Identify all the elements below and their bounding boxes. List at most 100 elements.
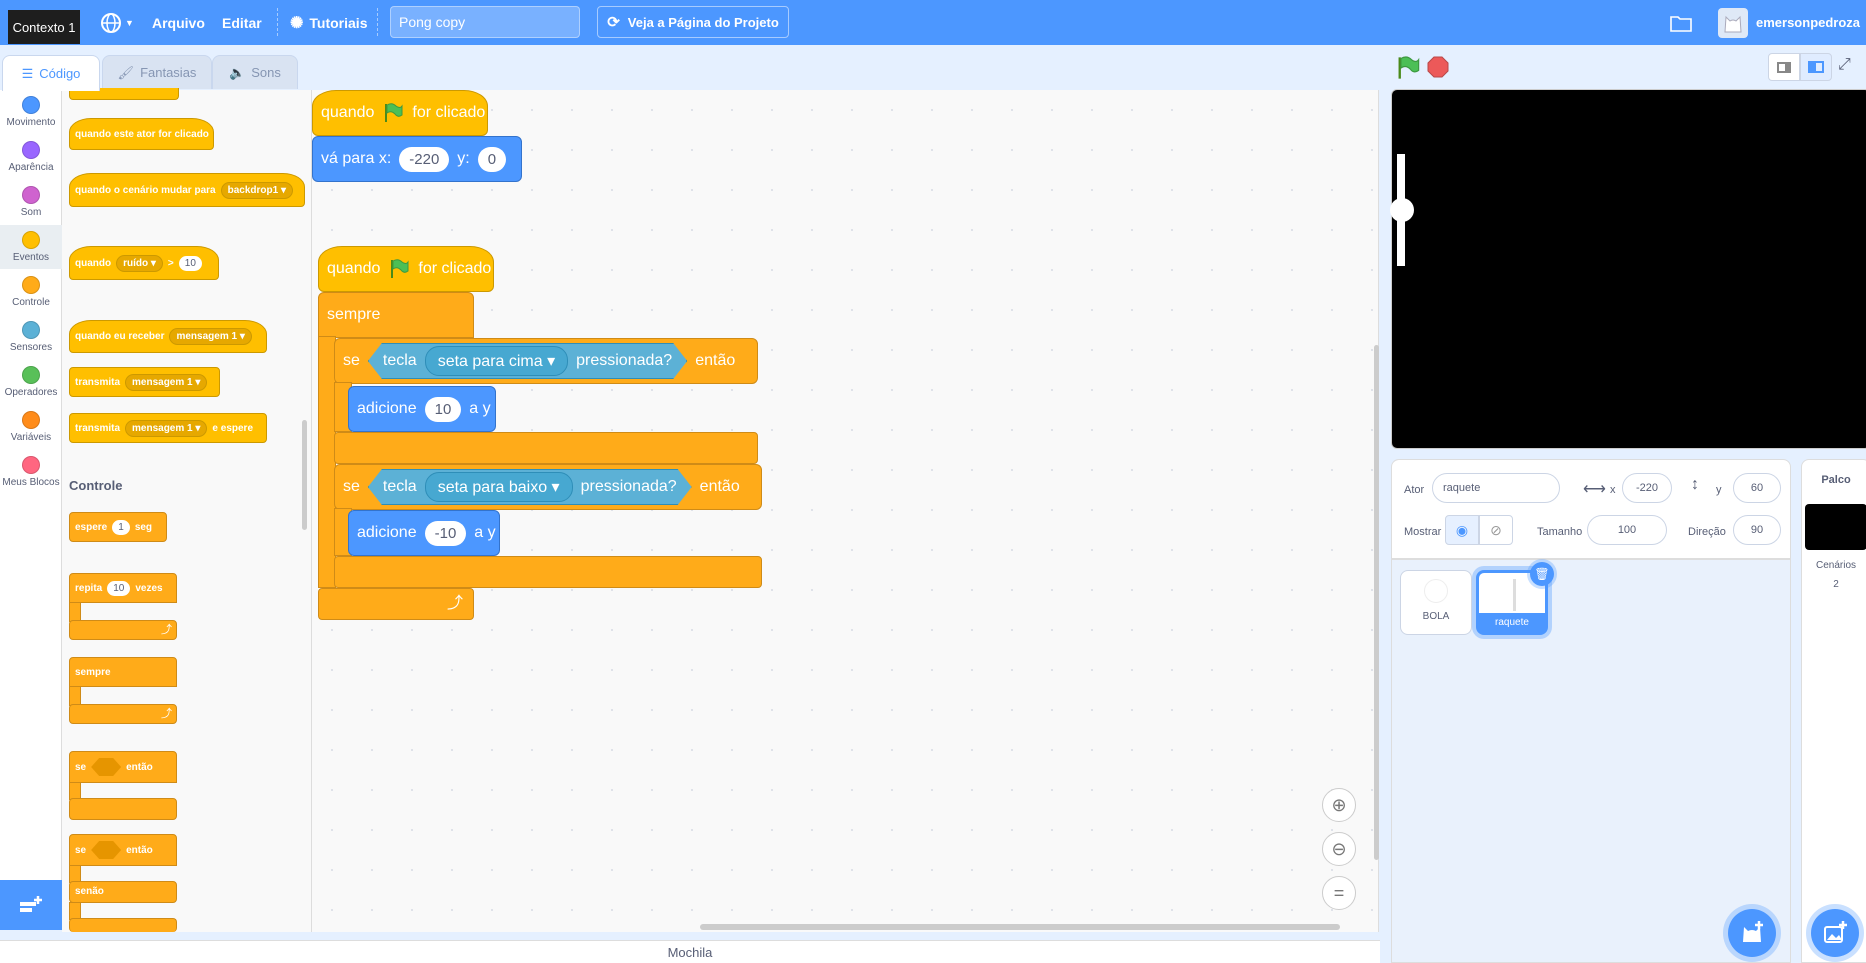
extension-add-icon: [20, 896, 42, 912]
stage-selector[interactable]: Palco Cenários 2: [1801, 459, 1866, 963]
username: emersonpedroza: [1756, 15, 1861, 30]
zoom-out-button[interactable]: ⊖: [1322, 832, 1356, 866]
boolean-slot[interactable]: [91, 841, 122, 859]
sprite-tile-bola[interactable]: BOLA: [1400, 570, 1472, 635]
message-dropdown[interactable]: mensagem 1 ▾: [125, 419, 208, 437]
language-menu[interactable]: ▼: [100, 0, 134, 45]
fullscreen-icon: ⤢: [1838, 56, 1851, 73]
category-variables[interactable]: Variáveis: [0, 405, 62, 449]
message-dropdown[interactable]: mensagem 1 ▾: [125, 373, 208, 391]
size-input[interactable]: 100: [1587, 515, 1667, 545]
category-motion[interactable]: Movimento: [0, 90, 62, 134]
category-looks[interactable]: Aparência: [0, 135, 62, 179]
zoom-in-button[interactable]: ⊕: [1322, 788, 1356, 822]
key-dropdown[interactable]: seta para baixo ▾: [425, 472, 573, 502]
category-my-blocks[interactable]: Meus Blocos: [0, 450, 62, 494]
category-events[interactable]: Eventos: [0, 225, 62, 269]
palette-broadcast[interactable]: transmita mensagem 1 ▾: [69, 367, 220, 397]
when-flag-clicked-block[interactable]: quando for clicado: [312, 90, 488, 136]
file-menu[interactable]: Arquivo: [152, 0, 205, 45]
if-foot: [334, 432, 758, 464]
boolean-slot[interactable]: [91, 758, 122, 776]
change-y-by-block[interactable]: adicione -10 a y: [348, 510, 500, 556]
number-input[interactable]: -10: [424, 520, 467, 546]
block-text: então: [126, 761, 153, 773]
palette-when-backdrop-switches[interactable]: quando o cenário mudar para backdrop1 ▾: [69, 173, 305, 207]
palette-if-else[interactable]: se então: [69, 834, 177, 866]
stage-canvas[interactable]: [1390, 89, 1866, 449]
edit-menu[interactable]: Editar: [222, 0, 262, 45]
zoom-reset-button[interactable]: =: [1322, 876, 1356, 910]
key-dropdown[interactable]: seta para cima ▾: [425, 346, 568, 376]
block-text: então: [126, 844, 153, 856]
x-position-input[interactable]: -220: [1622, 473, 1672, 503]
number-input[interactable]: 10: [178, 255, 202, 271]
number-input[interactable]: 1: [112, 519, 130, 535]
stop-button[interactable]: [1427, 56, 1449, 78]
backdrop-dropdown[interactable]: backdrop1 ▾: [220, 181, 293, 199]
add-extension-button[interactable]: [0, 880, 62, 930]
palette-if-then[interactable]: se então: [69, 751, 177, 783]
delete-sprite-button[interactable]: 🗑: [1530, 562, 1554, 586]
category-control[interactable]: Controle: [0, 270, 62, 314]
number-input[interactable]: 10: [424, 396, 462, 422]
category-operators[interactable]: Operadores: [0, 360, 62, 404]
tab-costumes[interactable]: 🖌 Fantasias: [102, 55, 212, 89]
if-then-block[interactable]: se tecla seta para baixo ▾ pressionada? …: [334, 464, 762, 510]
block-text: adicione: [357, 400, 417, 417]
forever-block[interactable]: sempre: [318, 292, 474, 338]
palette-when-i-receive[interactable]: quando eu receber mensagem 1 ▾: [69, 320, 267, 353]
block-text: vá para x:: [321, 150, 392, 167]
y-label: y: [1716, 484, 1722, 496]
if-then-block[interactable]: se tecla seta para cima ▾ pressionada? e…: [334, 338, 758, 384]
script-horizontal-scrollbar[interactable]: [700, 924, 1340, 930]
y-input[interactable]: 0: [477, 146, 507, 172]
project-page-button[interactable]: ⟳ Veja a Página do Projeto: [597, 6, 789, 38]
category-label: Som: [20, 207, 42, 218]
hide-sprite-button[interactable]: ⊘: [1479, 515, 1513, 545]
account-menu[interactable]: emersonpedroza ▼: [1718, 0, 1866, 45]
c-block-arm: [69, 602, 81, 622]
x-input[interactable]: -220: [399, 146, 450, 172]
sprite-tile-label: raquete: [1479, 613, 1545, 633]
category-color-dot: [22, 186, 40, 204]
show-sprite-button[interactable]: ◉: [1445, 515, 1479, 545]
green-flag-button[interactable]: [1395, 55, 1421, 81]
block-text: sempre: [75, 666, 111, 678]
tutorials-button[interactable]: ✺ Tutoriais: [290, 0, 367, 45]
direction-input[interactable]: 90: [1733, 515, 1781, 545]
loudness-dropdown[interactable]: ruído ▾: [116, 254, 163, 272]
block-text: então: [695, 352, 736, 369]
tab-sounds[interactable]: 🔈 Sons: [212, 55, 298, 89]
go-to-xy-block[interactable]: vá para x: -220 y: 0: [312, 136, 522, 182]
backpack[interactable]: Mochila: [0, 940, 1380, 963]
sprite-name-input[interactable]: [1432, 473, 1560, 503]
palette-repeat[interactable]: repita 10 vezes: [69, 573, 177, 603]
large-stage-button[interactable]: [1800, 53, 1832, 81]
choose-backdrop-button[interactable]: [1811, 909, 1859, 957]
tab-code[interactable]: ☰ Código: [2, 55, 100, 91]
my-stuff-button[interactable]: [1670, 0, 1692, 45]
palette-forever[interactable]: sempre: [69, 657, 177, 687]
number-input[interactable]: 10: [107, 580, 131, 596]
choose-sprite-button[interactable]: [1728, 909, 1776, 957]
change-y-by-block[interactable]: adicione 10 a y: [348, 386, 496, 432]
key-pressed-block[interactable]: tecla seta para baixo ▾ pressionada?: [368, 469, 692, 505]
fullscreen-button[interactable]: ⤢: [1838, 56, 1851, 74]
category-sound[interactable]: Som: [0, 180, 62, 224]
script-vertical-scrollbar[interactable]: [1374, 345, 1379, 860]
stop-sign-icon: [1427, 56, 1449, 78]
y-position-input[interactable]: 60: [1733, 473, 1781, 503]
project-title-input[interactable]: [390, 6, 580, 38]
when-flag-clicked-block[interactable]: quando for clicado: [318, 246, 494, 292]
palette-when-loudness[interactable]: quando ruído ▾ >10: [69, 246, 219, 280]
message-dropdown[interactable]: mensagem 1 ▾: [169, 328, 252, 345]
category-sensing[interactable]: Sensores: [0, 315, 62, 359]
palette-when-sprite-clicked[interactable]: quando este ator for clicado: [69, 118, 214, 150]
palette-scrollbar[interactable]: [302, 420, 307, 530]
palette-broadcast-and-wait[interactable]: transmita mensagem 1 ▾ e espere: [69, 413, 267, 443]
key-pressed-block[interactable]: tecla seta para cima ▾ pressionada?: [368, 343, 687, 379]
palette-wait[interactable]: espere 1 seg: [69, 512, 167, 542]
category-label: Controle: [12, 297, 50, 308]
small-stage-button[interactable]: [1768, 53, 1800, 81]
